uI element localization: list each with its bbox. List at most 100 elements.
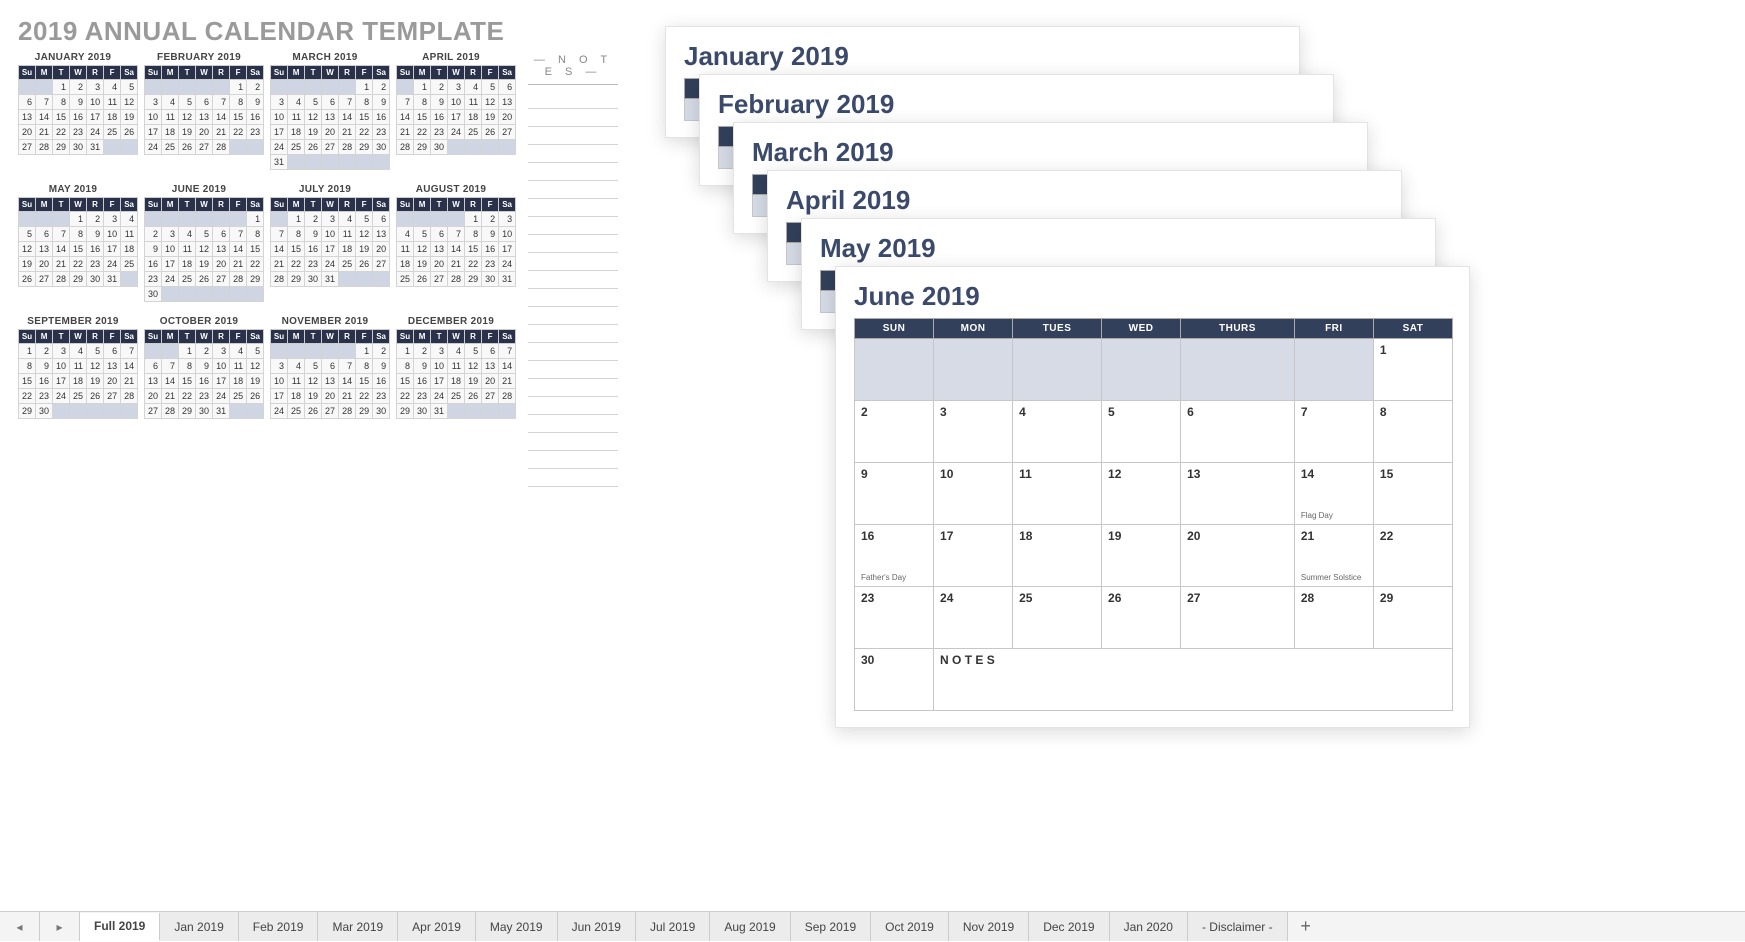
notes-line[interactable] (528, 145, 618, 163)
day-cell[interactable]: 19 (1102, 525, 1181, 587)
mini-day-header: F (230, 198, 247, 212)
notes-line[interactable] (528, 379, 618, 397)
day-cell[interactable]: 24 (934, 587, 1013, 649)
day-cell[interactable]: 1 (1373, 339, 1452, 401)
day-cell[interactable]: 7 (1294, 401, 1373, 463)
mini-day-cell: 12 (247, 359, 264, 374)
day-cell[interactable]: 2 (855, 401, 934, 463)
day-cell[interactable]: 4 (1013, 401, 1102, 463)
notes-line[interactable] (528, 163, 618, 181)
tab-scroll-left-icon[interactable]: ◂ (0, 912, 40, 941)
day-cell[interactable]: 21Summer Solstice (1294, 525, 1373, 587)
sheet-tab[interactable]: Full 2019 (80, 913, 160, 942)
day-cell[interactable]: 28 (1294, 587, 1373, 649)
mini-day-header: R (465, 66, 482, 80)
notes-line[interactable] (528, 181, 618, 199)
mini-day-cell: 24 (499, 257, 516, 272)
notes-line[interactable] (528, 271, 618, 289)
mini-day-header: Sa (499, 198, 516, 212)
mini-day-cell: 17 (145, 125, 162, 140)
mini-day-cell: 8 (70, 227, 87, 242)
mini-day-cell (104, 404, 121, 419)
tab-scroll-right-icon[interactable]: ▸ (40, 912, 80, 941)
sheet-tab[interactable]: Apr 2019 (398, 912, 476, 941)
mini-day-cell: 7 (339, 359, 356, 374)
sheet-tab[interactable]: Mar 2019 (318, 912, 398, 941)
mini-day-cell: 3 (499, 212, 516, 227)
day-cell[interactable] (1013, 339, 1102, 401)
mini-day-cell: 25 (104, 125, 121, 140)
day-cell[interactable]: 29 (1373, 587, 1452, 649)
notes-line[interactable] (528, 307, 618, 325)
mini-day-cell: 17 (162, 257, 179, 272)
day-cell[interactable]: 23 (855, 587, 934, 649)
notes-line[interactable] (528, 415, 618, 433)
sheet-tab[interactable]: Jan 2019 (160, 912, 238, 941)
notes-line[interactable] (528, 343, 618, 361)
day-cell[interactable]: 12 (1102, 463, 1181, 525)
day-cell[interactable]: 14Flag Day (1294, 463, 1373, 525)
sheet-tab[interactable]: Jul 2019 (636, 912, 710, 941)
sheet-tab[interactable]: Oct 2019 (871, 912, 949, 941)
notes-line[interactable] (528, 451, 618, 469)
day-header: TUES (1013, 319, 1102, 339)
notes-line[interactable] (528, 127, 618, 145)
day-cell[interactable]: 5 (1102, 401, 1181, 463)
sheet-tab[interactable]: Dec 2019 (1029, 912, 1109, 941)
day-cell[interactable]: 11 (1013, 463, 1102, 525)
notes-line[interactable] (528, 91, 618, 109)
sheet-tab[interactable]: Nov 2019 (949, 912, 1029, 941)
day-cell[interactable]: 10 (934, 463, 1013, 525)
day-cell[interactable]: 18 (1013, 525, 1102, 587)
sheet-tab[interactable]: May 2019 (476, 912, 558, 941)
day-cell[interactable]: 13 (1181, 463, 1295, 525)
add-sheet-button[interactable]: + (1288, 912, 1324, 941)
mini-day-cell: 25 (465, 125, 482, 140)
day-cell[interactable]: 22 (1373, 525, 1452, 587)
notes-line[interactable] (528, 469, 618, 487)
day-cell[interactable] (1102, 339, 1181, 401)
sheet-tab[interactable]: - Disclaimer - (1188, 912, 1288, 941)
day-cell[interactable]: 25 (1013, 587, 1102, 649)
sheet-tab[interactable]: Sep 2019 (791, 912, 871, 941)
day-cell[interactable]: 3 (934, 401, 1013, 463)
notes-line[interactable] (528, 433, 618, 451)
day-cell[interactable]: 9 (855, 463, 934, 525)
day-cell[interactable]: 30 (855, 649, 934, 711)
month-notes[interactable]: N O T E S (934, 649, 1453, 711)
sheet-tab[interactable]: Feb 2019 (239, 912, 319, 941)
notes-line[interactable] (528, 235, 618, 253)
notes-line[interactable] (528, 109, 618, 127)
day-cell[interactable]: 8 (1373, 401, 1452, 463)
mini-day-cell: 30 (87, 272, 104, 287)
notes-line[interactable] (528, 253, 618, 271)
notes-line[interactable] (528, 217, 618, 235)
mini-day-cell: 10 (53, 359, 70, 374)
notes-line[interactable] (528, 289, 618, 307)
day-cell[interactable]: 16Father's Day (855, 525, 934, 587)
day-cell[interactable]: 27 (1181, 587, 1295, 649)
mini-day-header: W (322, 330, 339, 344)
day-cell[interactable]: 26 (1102, 587, 1181, 649)
day-cell[interactable]: 15 (1373, 463, 1452, 525)
mini-day-cell: 9 (305, 227, 322, 242)
sheet-tab[interactable]: Jan 2020 (1110, 912, 1188, 941)
day-cell[interactable] (855, 339, 934, 401)
day-cell[interactable] (934, 339, 1013, 401)
day-cell[interactable]: 17 (934, 525, 1013, 587)
mini-day-cell: 14 (397, 110, 414, 125)
sheet-tab[interactable]: Aug 2019 (710, 912, 790, 941)
notes-line[interactable] (528, 361, 618, 379)
day-cell[interactable]: 6 (1181, 401, 1295, 463)
day-cell[interactable] (1181, 339, 1295, 401)
notes-line[interactable] (528, 397, 618, 415)
sheet-tab[interactable]: Jun 2019 (558, 912, 636, 941)
day-cell[interactable] (1294, 339, 1373, 401)
notes-line[interactable] (528, 199, 618, 217)
mini-day-cell (36, 212, 53, 227)
mini-day-cell: 17 (448, 110, 465, 125)
mini-day-cell (465, 404, 482, 419)
day-cell[interactable]: 20 (1181, 525, 1295, 587)
mini-day-cell: 14 (36, 110, 53, 125)
notes-line[interactable] (528, 325, 618, 343)
